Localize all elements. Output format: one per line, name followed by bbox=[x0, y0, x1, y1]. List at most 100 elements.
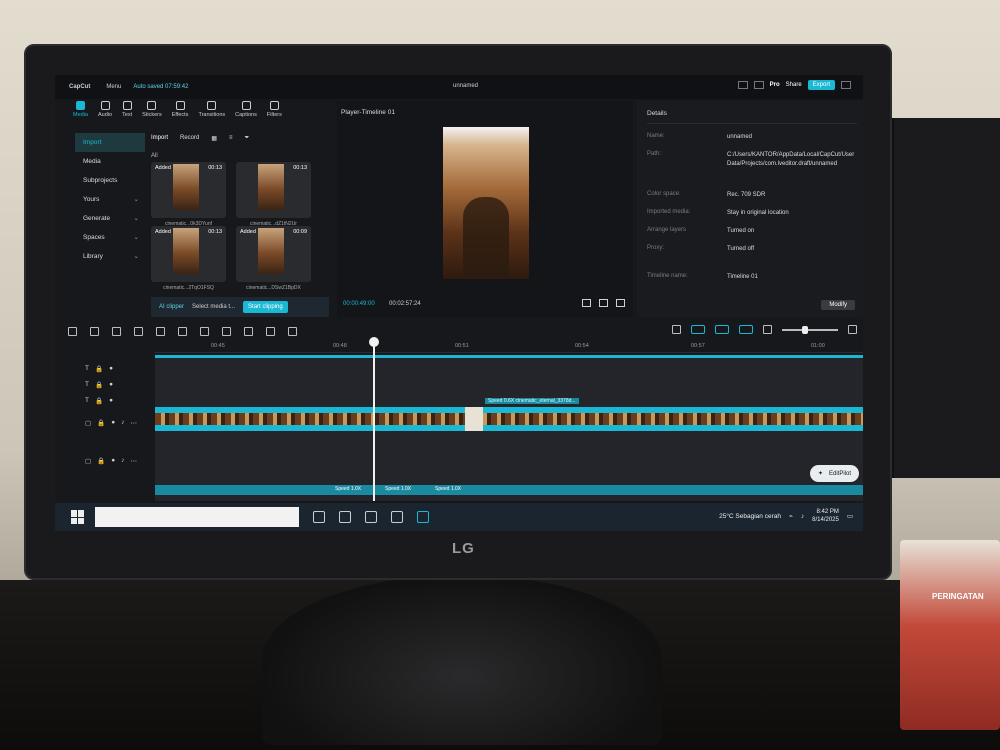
zoom-in-icon[interactable] bbox=[848, 325, 857, 334]
main-video-track[interactable]: Speed 0.6X cinematic_eternal_3378d... bbox=[155, 398, 863, 431]
timeline-area[interactable]: Speed 0.6X cinematic_eternal_3378d... Sp… bbox=[155, 355, 863, 501]
audio-icon[interactable]: ♪ bbox=[121, 419, 124, 427]
lock-icon[interactable]: 🔒 bbox=[95, 397, 103, 405]
start-clipping-button[interactable]: Start clipping bbox=[243, 301, 288, 313]
auto-cut-icon[interactable] bbox=[288, 326, 297, 336]
eye-icon[interactable]: ● bbox=[109, 397, 113, 405]
export-button[interactable]: Export bbox=[807, 80, 835, 90]
zoom-slider[interactable] bbox=[782, 325, 838, 334]
sidebar-item-spaces[interactable]: Spaces ⌄ bbox=[75, 228, 145, 247]
audio-icon[interactable]: ♪ bbox=[121, 457, 124, 465]
select-tool-icon[interactable] bbox=[90, 326, 99, 336]
timeline-ruler[interactable]: 00:45 00:48 00:51 00:54 00:57 01:00 bbox=[155, 341, 863, 353]
media-clip-4[interactable]: Added 00:09 cinematic...DSwZ1BpDX bbox=[236, 226, 311, 291]
menu-button[interactable]: Menu bbox=[106, 84, 121, 90]
share-button[interactable]: Share bbox=[786, 82, 802, 88]
tab-filters[interactable]: Filters bbox=[267, 101, 282, 123]
video-filmstrip bbox=[155, 413, 863, 425]
eye-icon[interactable]: ● bbox=[111, 457, 115, 465]
delete-icon[interactable] bbox=[222, 326, 231, 336]
grid-view-icon[interactable]: ▦ bbox=[211, 135, 217, 142]
link-icon[interactable] bbox=[691, 325, 705, 334]
undo-icon[interactable] bbox=[112, 326, 121, 336]
shortcut-icon[interactable] bbox=[753, 81, 764, 89]
snap-icon[interactable] bbox=[715, 325, 729, 334]
media-clip-2[interactable]: 00:13 cinematic...dZ1tN2Ur bbox=[236, 162, 311, 227]
media-clip-3[interactable]: Added 00:13 cinematic...2TqO1FSQ bbox=[151, 226, 226, 291]
split-right-icon[interactable] bbox=[200, 326, 209, 336]
taskbar-search-box[interactable] bbox=[95, 507, 299, 527]
tool-tabs: Media Audio Text Stickers Effects Transi… bbox=[73, 101, 323, 123]
zoom-slider-handle[interactable] bbox=[802, 325, 808, 334]
reverse-icon[interactable] bbox=[266, 326, 275, 336]
sidebar-item-library[interactable]: Library ⌄ bbox=[75, 247, 145, 266]
windows-taskbar: 25°C Sebagian cerah ⌁ ♪ 8:42 PM 8/14/202… bbox=[55, 503, 863, 531]
lock-icon[interactable]: 🔒 bbox=[95, 365, 103, 373]
sidebar-item-generate[interactable]: Generate ⌄ bbox=[75, 209, 145, 228]
store-icon[interactable] bbox=[391, 511, 403, 523]
mark-icon[interactable] bbox=[244, 326, 253, 336]
modify-button[interactable]: Modify bbox=[821, 300, 855, 310]
sidebar-item-yours[interactable]: Yours ⌄ bbox=[75, 190, 145, 209]
filter-icon[interactable]: ⏷ bbox=[245, 135, 250, 142]
playhead[interactable] bbox=[369, 337, 379, 501]
project-name[interactable]: unnamed bbox=[453, 83, 478, 89]
eye-icon[interactable]: ● bbox=[109, 381, 113, 389]
media-clip-1[interactable]: Added 00:13 cinematic...0k3DYunf bbox=[151, 162, 226, 227]
eye-icon[interactable]: ● bbox=[109, 365, 113, 373]
tab-text[interactable]: Text bbox=[122, 101, 132, 123]
fullscreen-icon[interactable] bbox=[616, 299, 625, 307]
import-button[interactable]: Import bbox=[151, 135, 168, 141]
lock-icon[interactable]: 🔒 bbox=[97, 419, 105, 427]
clip-added-badge: Added bbox=[155, 165, 171, 171]
add-track-icon[interactable] bbox=[68, 326, 77, 336]
weather-widget[interactable]: 25°C Sebagian cerah bbox=[719, 513, 781, 520]
tab-transitions[interactable]: Transitions bbox=[198, 101, 225, 123]
editpilot-button[interactable]: ✦ EditPilot bbox=[809, 465, 859, 482]
audio-track[interactable]: Speed 1.0X Speed 1.0X Speed 1.0X bbox=[155, 485, 863, 495]
tab-captions[interactable]: Captions bbox=[235, 101, 257, 123]
sidebar-item-subprojects[interactable]: Subprojects bbox=[75, 171, 145, 190]
lock-icon[interactable]: 🔒 bbox=[95, 381, 103, 389]
redo-icon[interactable] bbox=[134, 326, 143, 336]
video-preview[interactable] bbox=[443, 127, 529, 279]
taskbar-clock[interactable]: 8:42 PM 8/14/2025 bbox=[812, 508, 839, 524]
track-headers: T 🔒 ● T 🔒 ● T 🔒 ● ▢ 🔒 ● ♪ ⋯ ▢ 🔒 ● ♪ ⋯ bbox=[83, 355, 155, 505]
more-icon[interactable]: ⋯ bbox=[130, 419, 137, 427]
eye-icon[interactable]: ● bbox=[111, 419, 115, 427]
ratio-icon[interactable] bbox=[582, 299, 591, 307]
volume-icon[interactable]: ♪ bbox=[801, 513, 804, 520]
split-left-icon[interactable] bbox=[178, 326, 187, 336]
windows-start-icon[interactable] bbox=[71, 510, 85, 524]
pro-button[interactable]: Pro bbox=[770, 82, 780, 88]
record-button[interactable]: Record bbox=[180, 135, 199, 141]
more-icon[interactable]: ⋯ bbox=[130, 457, 137, 465]
sidebar-item-media[interactable]: Media bbox=[75, 152, 145, 171]
zoom-out-icon[interactable] bbox=[763, 325, 772, 334]
sort-icon[interactable]: ≡ bbox=[229, 135, 233, 141]
window-restore-icon[interactable] bbox=[841, 81, 851, 89]
top-track-clip[interactable] bbox=[155, 355, 863, 358]
preview-axis-icon[interactable] bbox=[739, 325, 753, 334]
tab-stickers[interactable]: Stickers bbox=[142, 101, 162, 123]
tab-effects[interactable]: Effects bbox=[172, 101, 188, 123]
filter-all-label[interactable]: All bbox=[151, 153, 331, 159]
network-icon[interactable]: ⌁ bbox=[789, 512, 793, 520]
crop-icon[interactable] bbox=[599, 299, 608, 307]
settings-icon[interactable] bbox=[365, 511, 377, 523]
mic-icon[interactable] bbox=[672, 325, 681, 334]
task-view-icon[interactable] bbox=[313, 511, 325, 523]
ruler-tick: 00:54 bbox=[575, 343, 589, 349]
notification-icon[interactable]: ▭ bbox=[847, 512, 853, 520]
capcut-taskbar-icon[interactable] bbox=[417, 511, 429, 523]
screen: CapCut Menu Auto saved 07:59:42 unnamed … bbox=[55, 75, 863, 531]
lock-icon[interactable]: 🔒 bbox=[97, 457, 105, 465]
tab-audio[interactable]: Audio bbox=[98, 101, 112, 123]
audio-icon bbox=[100, 101, 110, 110]
file-explorer-icon[interactable] bbox=[339, 511, 351, 523]
tab-media[interactable]: Media bbox=[73, 101, 88, 123]
split-icon[interactable] bbox=[156, 326, 165, 336]
sidebar-item-import[interactable]: Import bbox=[75, 133, 145, 152]
layout-icon[interactable] bbox=[737, 81, 748, 89]
transition-marker[interactable] bbox=[465, 407, 483, 431]
